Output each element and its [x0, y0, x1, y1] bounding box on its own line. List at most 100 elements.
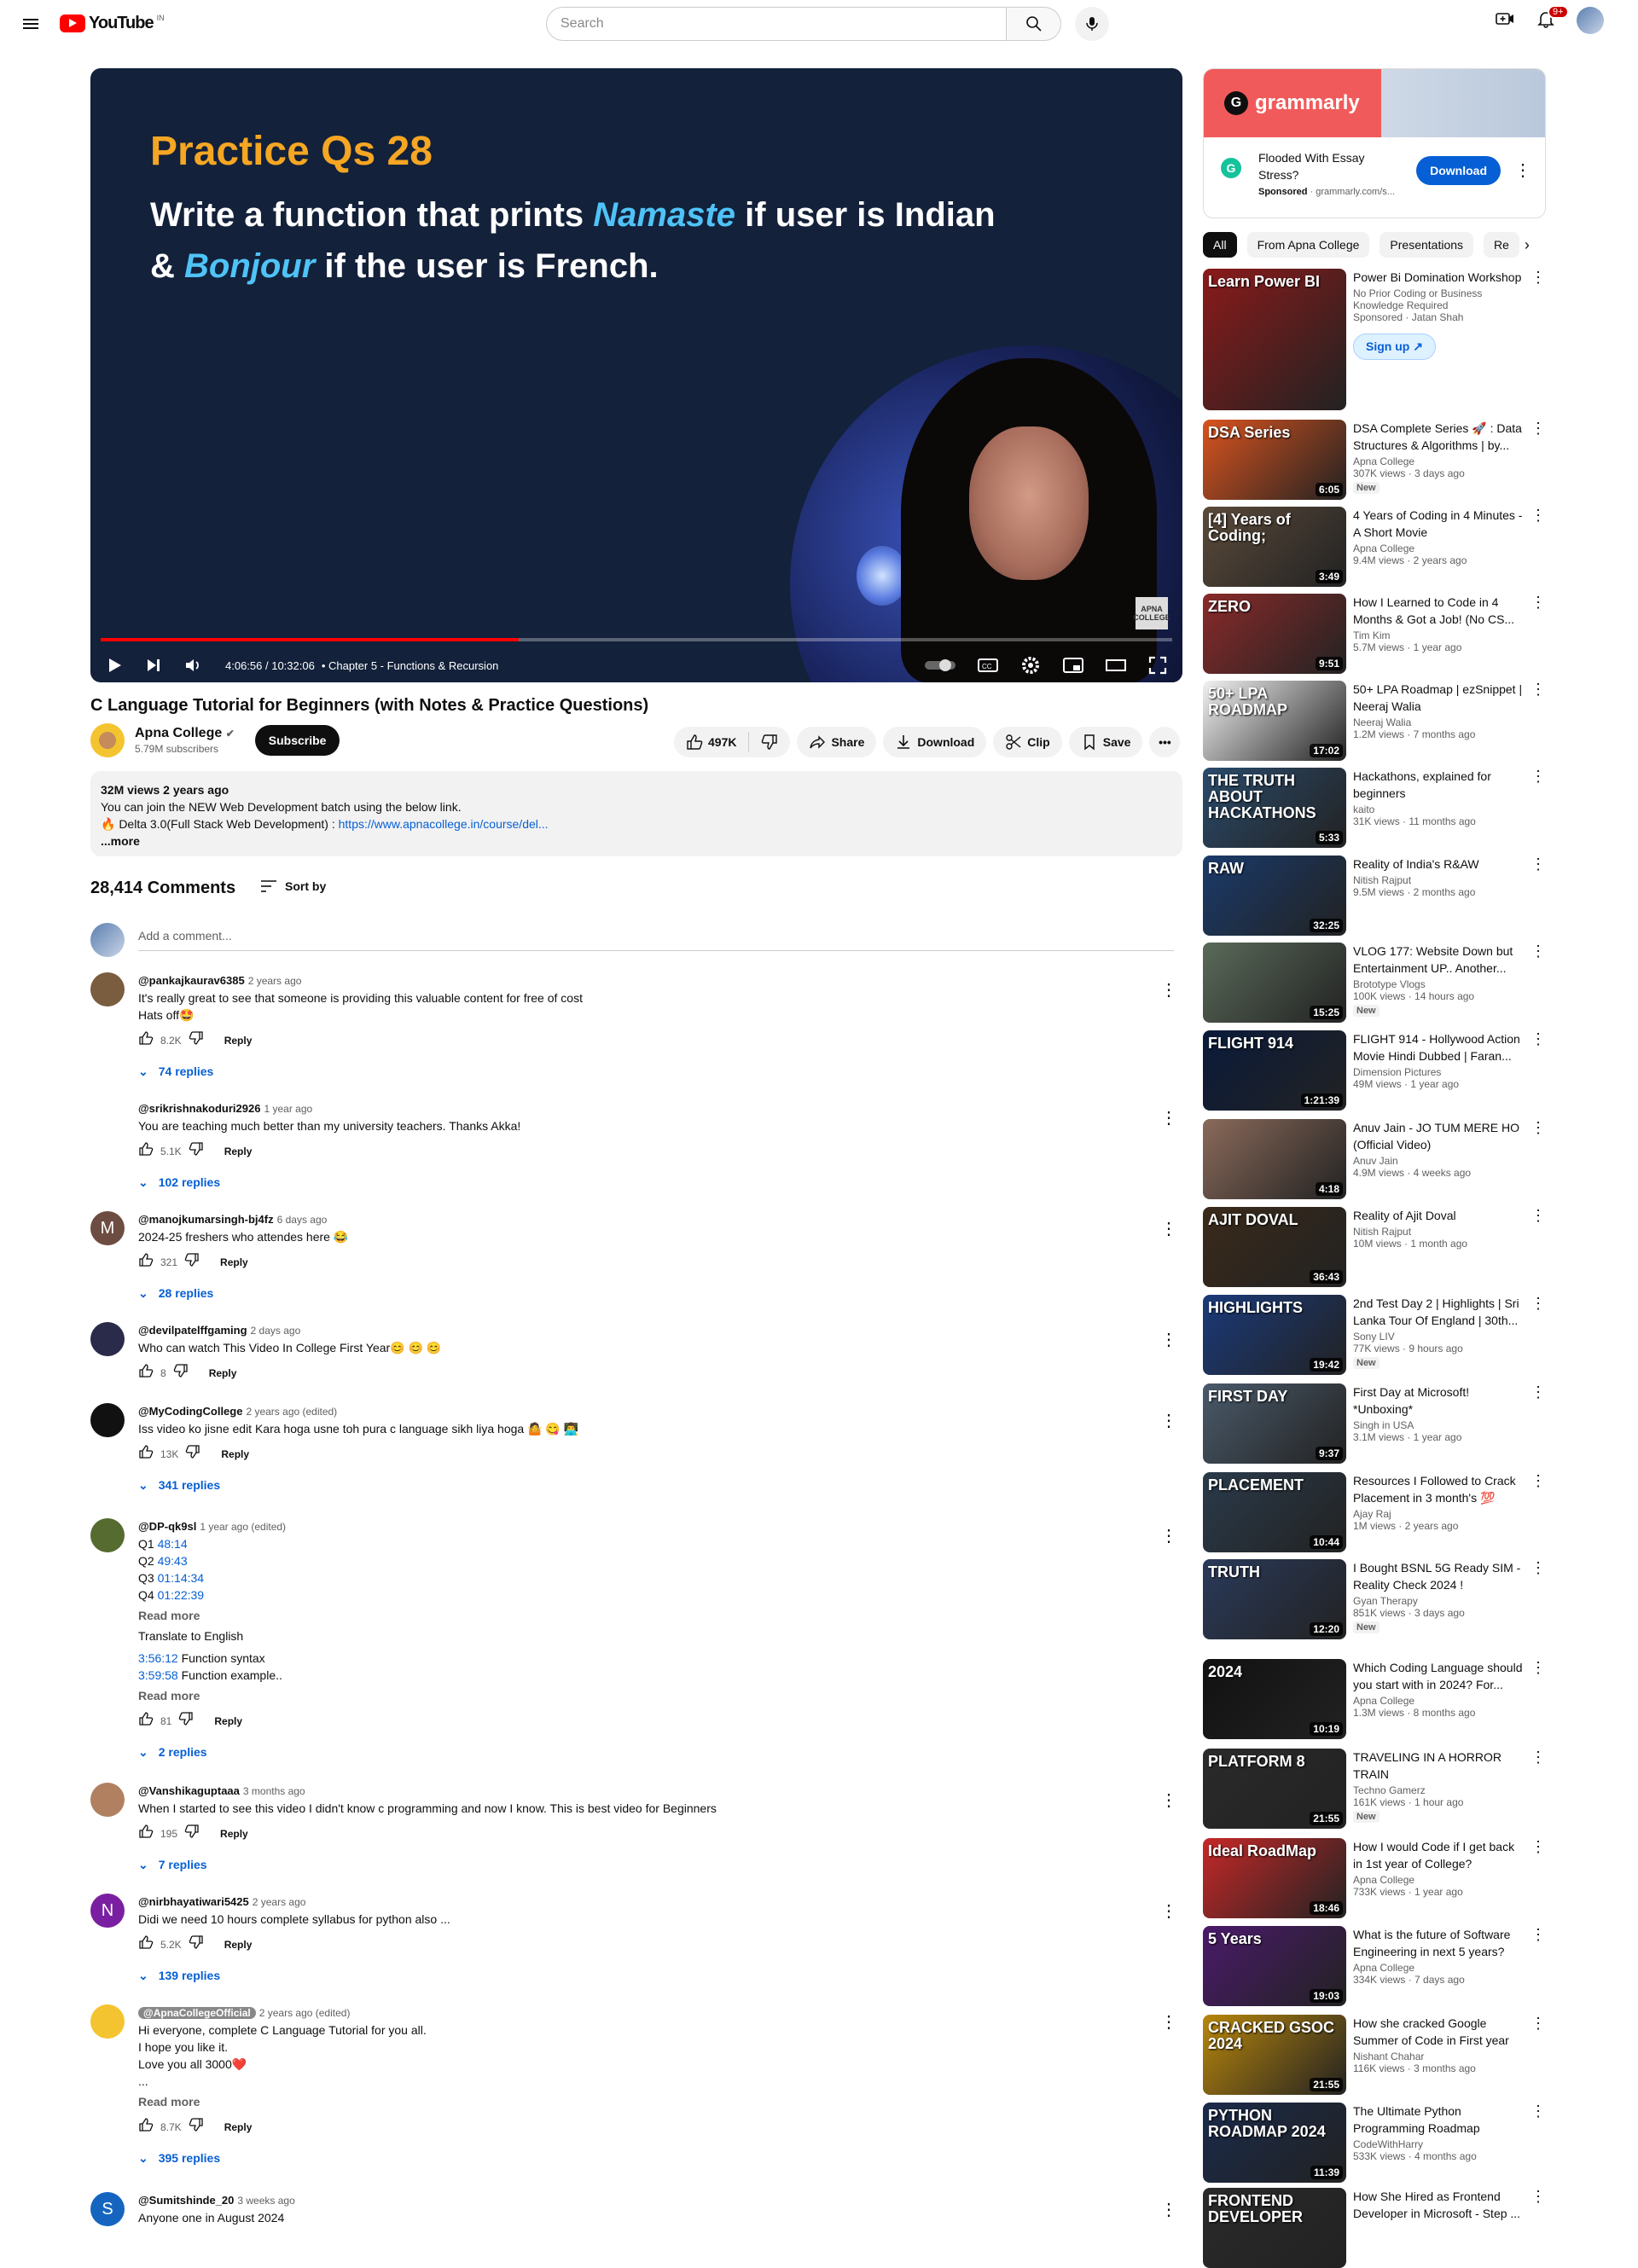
menu-icon[interactable] — [20, 14, 41, 34]
view-replies-button[interactable]: ⌄ 7 replies — [138, 1856, 1182, 1873]
dislike-comment-button[interactable] — [178, 1711, 194, 1731]
video-player[interactable]: Practice Qs 28 Write a function that pri… — [90, 68, 1182, 682]
video-thumbnail[interactable]: FLIGHT 914 1:21:39 — [1203, 1030, 1346, 1111]
comment-more-icon[interactable]: ⋮ — [1160, 1107, 1177, 1128]
like-button[interactable]: 497K — [686, 734, 736, 751]
add-comment-input[interactable]: Add a comment... — [138, 929, 1174, 951]
recommended-video[interactable]: 4:18 Anuv Jain - JO TUM MERE HO (Official… — [1203, 1119, 1546, 1199]
share-button[interactable]: Share — [797, 727, 877, 757]
reply-button[interactable]: Reply — [220, 1254, 248, 1271]
recommended-video[interactable]: 5 Years 19:03 What is the future of Softwa… — [1203, 1926, 1546, 2006]
video-thumbnail[interactable]: PYTHON ROADMAP 2024 11:39 — [1203, 2103, 1346, 2183]
comment-author[interactable]: @manojkumarsingh-bj4fz — [138, 1213, 274, 1226]
recommended-video[interactable]: PLACEMENT 10:44 Resources I Followed to Cr… — [1203, 1472, 1546, 1552]
fullscreen-icon[interactable] — [1148, 656, 1167, 675]
video-more-icon[interactable]: ⋮ — [1531, 2188, 1546, 2206]
channel-name[interactable]: Singh in USA — [1353, 1419, 1524, 1431]
video-title[interactable]: Hackathons, explained for beginners — [1353, 768, 1524, 802]
dislike-comment-button[interactable] — [173, 1363, 189, 1383]
video-thumbnail[interactable]: HIGHLIGHTS 19:42 — [1203, 1295, 1346, 1375]
recommended-video[interactable]: PLATFORM 8 21:55 TRAVELING IN A HORROR TRA… — [1203, 1749, 1546, 1829]
like-comment-button[interactable] — [138, 1030, 154, 1051]
timestamp-link[interactable]: 3:56:12 — [138, 1651, 178, 1665]
like-comment-button[interactable] — [138, 1934, 154, 1955]
channel-name[interactable]: Brototype Vlogs — [1353, 978, 1524, 990]
reply-button[interactable]: Reply — [220, 1825, 248, 1842]
video-thumbnail[interactable]: 2024 10:19 — [1203, 1659, 1346, 1739]
timestamp-link[interactable]: 01:22:39 — [158, 1588, 205, 1602]
video-thumbnail[interactable]: 15:25 — [1203, 943, 1346, 1023]
search-input[interactable]: Search — [546, 7, 1007, 41]
like-comment-button[interactable] — [138, 1444, 154, 1465]
video-thumbnail[interactable]: Ideal RoadMap 18:46 — [1203, 1838, 1346, 1918]
video-more-icon[interactable]: ⋮ — [1531, 1119, 1546, 1137]
progress-bar[interactable] — [101, 638, 1172, 641]
reply-button[interactable]: Reply — [221, 1446, 249, 1463]
like-comment-button[interactable] — [138, 1824, 154, 1844]
ad-more-icon[interactable]: ⋮ — [1514, 160, 1531, 181]
video-thumbnail[interactable]: 50+ LPA ROADMAP 17:02 — [1203, 681, 1346, 761]
autoplay-toggle-icon[interactable] — [925, 658, 956, 672]
video-more-icon[interactable]: ⋮ — [1531, 594, 1546, 612]
chapter-title[interactable]: • Chapter 5 - Functions & Recursion — [322, 659, 499, 672]
comment-author[interactable]: @pankajkaurav6385 — [138, 974, 245, 987]
video-more-icon[interactable]: ⋮ — [1531, 1030, 1546, 1048]
video-more-icon[interactable]: ⋮ — [1531, 1472, 1546, 1490]
theater-mode-icon[interactable] — [1106, 657, 1126, 674]
channel-name[interactable]: Sony LIV — [1353, 1331, 1524, 1343]
more-actions-button[interactable]: ••• — [1149, 727, 1181, 757]
comment-author[interactable]: @Sumitshinde_20 — [138, 2194, 234, 2207]
like-comment-button[interactable] — [138, 1363, 154, 1383]
recommended-video[interactable]: 2024 10:19 Which Coding Language should yo… — [1203, 1659, 1546, 1739]
video-more-icon[interactable]: ⋮ — [1531, 2103, 1546, 2120]
miniplayer-icon[interactable] — [1063, 657, 1083, 674]
video-title[interactable]: The Ultimate Python Programming Roadmap … — [1353, 2103, 1524, 2137]
channel-avatar[interactable] — [90, 723, 125, 757]
dislike-comment-button[interactable] — [189, 1934, 204, 1955]
like-comment-button[interactable] — [138, 1252, 154, 1273]
recommended-video[interactable]: [4] Years of Coding; 3:49 4 Years of Codin… — [1203, 507, 1546, 587]
translate-link[interactable]: Translate to English — [138, 1627, 1182, 1644]
video-more-icon[interactable]: ⋮ — [1531, 1207, 1546, 1225]
view-replies-button[interactable]: ⌄ 2 replies — [138, 1743, 1182, 1760]
recommended-video[interactable]: THE TRUTH ABOUT HACKATHONS 5:33 Hackathons… — [1203, 768, 1546, 848]
timestamp-link[interactable]: 48:14 — [158, 1537, 188, 1551]
sort-comments-button[interactable]: Sort by — [259, 879, 326, 894]
comment-more-icon[interactable]: ⋮ — [1160, 2011, 1177, 2033]
comment-author[interactable]: @nirbhayatiwari5425 — [138, 1895, 249, 1908]
captions-icon[interactable]: CC — [978, 657, 998, 674]
channel-name[interactable]: Apna College — [1353, 455, 1524, 467]
ad-download-button[interactable]: Download — [1416, 156, 1501, 185]
video-thumbnail[interactable]: FRONTEND DEVELOPER — [1203, 2188, 1346, 2268]
channel-name[interactable]: Nitish Rajput — [1353, 874, 1524, 886]
save-button[interactable]: Save — [1068, 727, 1143, 757]
video-title[interactable]: I Bought BSNL 5G Ready SIM - Reality Che… — [1353, 1559, 1524, 1593]
video-thumbnail[interactable]: CRACKED GSOC 2024 21:55 — [1203, 2015, 1346, 2095]
description-link[interactable]: https://www.apnacollege.in/course/del... — [339, 817, 549, 831]
comment-author[interactable]: @devilpatelffgaming — [138, 1324, 247, 1337]
comment-avatar[interactable] — [90, 2004, 125, 2039]
video-more-icon[interactable]: ⋮ — [1531, 1659, 1546, 1677]
comment-more-icon[interactable]: ⋮ — [1160, 1218, 1177, 1239]
comment-more-icon[interactable]: ⋮ — [1160, 1900, 1177, 1922]
recommended-video[interactable]: RAW 32:25 Reality of India's R&AW Nitish Ra… — [1203, 856, 1546, 936]
comment-avatar[interactable] — [90, 1322, 125, 1356]
comment-avatar[interactable]: M — [90, 1211, 125, 1245]
channel-watermark[interactable]: APNA COLLEGE — [1133, 597, 1170, 629]
comment-more-icon[interactable]: ⋮ — [1160, 1410, 1177, 1431]
video-title[interactable]: Resources I Followed to Crack Placement … — [1353, 1472, 1524, 1506]
channel-name[interactable]: Ajay Raj — [1353, 1508, 1524, 1520]
comment-author[interactable]: @ApnaCollegeOfficial — [138, 2007, 256, 2019]
play-icon[interactable] — [106, 657, 123, 674]
video-more-icon[interactable]: ⋮ — [1531, 420, 1546, 438]
channel-name[interactable]: Anuv Jain — [1353, 1155, 1524, 1167]
channel-name[interactable]: Apna College — [1353, 542, 1524, 554]
video-more-icon[interactable]: ⋮ — [1531, 1926, 1546, 1944]
video-title[interactable]: How I would Code if I get back in 1st ye… — [1353, 1838, 1524, 1872]
video-more-icon[interactable]: ⋮ — [1531, 1838, 1546, 1856]
video-more-icon[interactable]: ⋮ — [1531, 1559, 1546, 1577]
description-box[interactable]: 32M views 2 years ago You can join the N… — [90, 771, 1182, 856]
dislike-comment-button[interactable] — [189, 1030, 204, 1051]
comment-more-icon[interactable]: ⋮ — [1160, 979, 1177, 1001]
timestamp-link[interactable]: 49:43 — [158, 1554, 188, 1568]
